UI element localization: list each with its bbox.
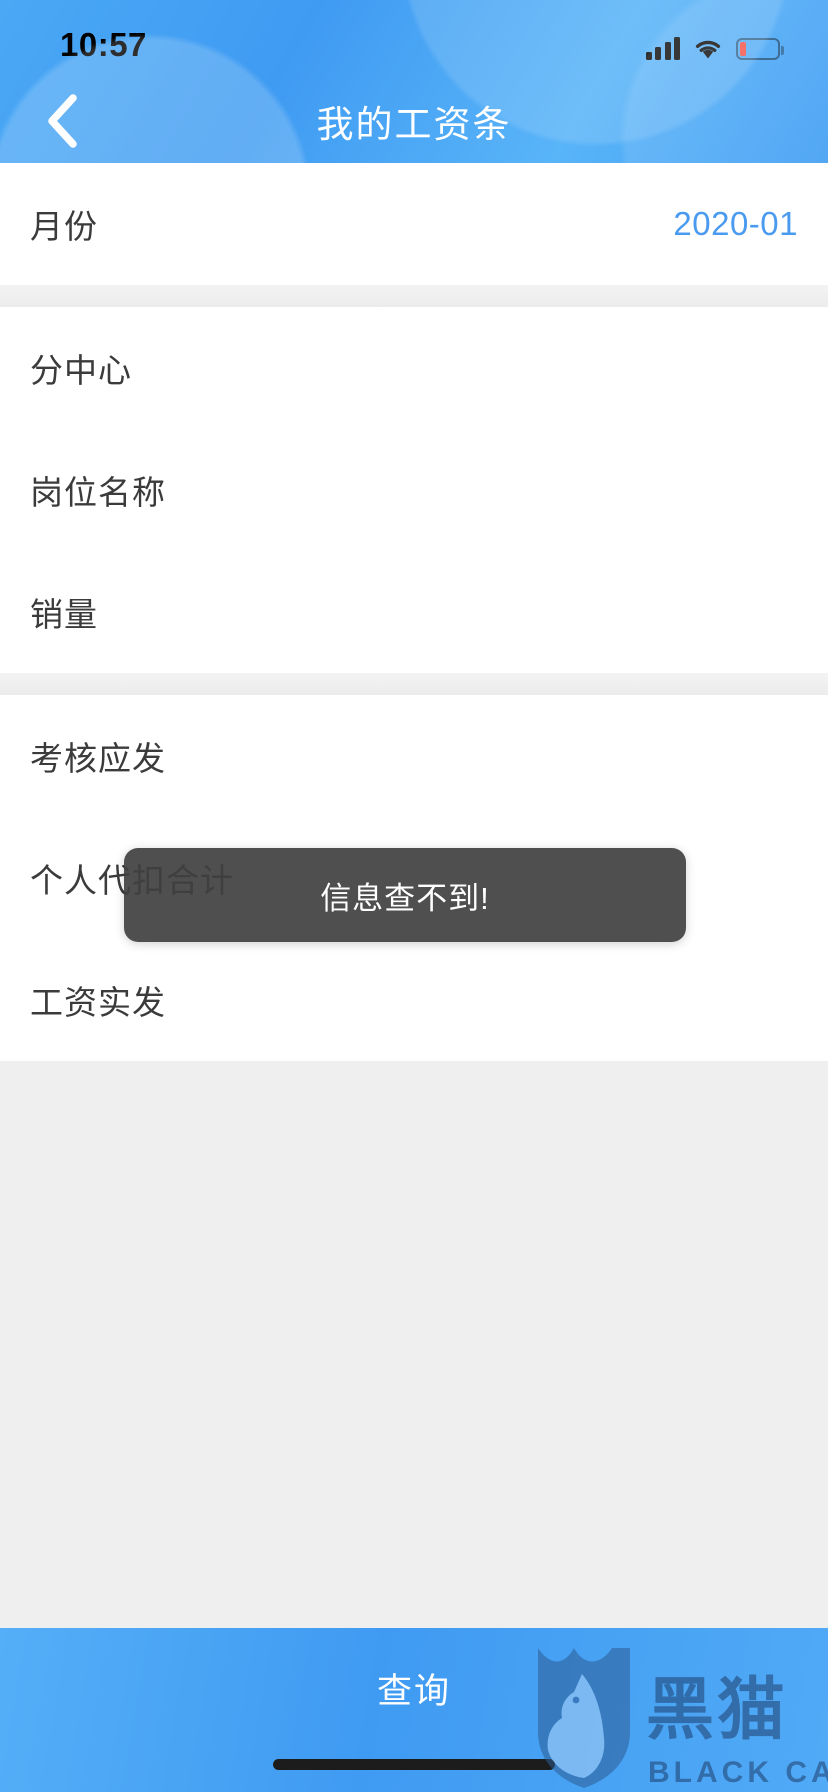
row-label: 月份	[30, 208, 98, 245]
form-group-info: 分中心 岗位名称 销量	[0, 307, 828, 673]
form-row-branch: 分中心	[0, 307, 828, 429]
form-row-position: 岗位名称	[0, 429, 828, 551]
query-button[interactable]: 查询	[0, 1628, 828, 1748]
form-row-month[interactable]: 月份 2020-01	[0, 163, 828, 285]
row-label: 分中心	[30, 352, 132, 389]
bottom-bar: 查询	[0, 1628, 828, 1792]
status-bar-time: 10:57	[60, 26, 147, 63]
nav-bar: 我的工资条	[0, 78, 828, 163]
app-header: 10:57 我的工资条	[0, 0, 828, 163]
form-row-sales: 销量	[0, 551, 828, 673]
row-label: 销量	[30, 596, 98, 633]
page-title: 我的工资条	[316, 103, 512, 145]
month-value[interactable]: 2020-01	[673, 205, 798, 243]
form-group-month: 月份 2020-01	[0, 163, 828, 285]
toast-text: 信息查不到!	[320, 880, 490, 916]
query-button-label: 查询	[376, 1671, 451, 1711]
form-row-gross-pay: 考核应发	[0, 695, 828, 817]
wifi-icon	[693, 37, 723, 60]
home-indicator[interactable]	[273, 1759, 555, 1770]
content-filler	[0, 1061, 828, 1461]
row-label: 岗位名称	[30, 474, 166, 511]
row-label: 考核应发	[30, 740, 166, 777]
app-screen: 10:57 我的工资条 月份 2020-01 分中心 岗位名称 销量 考核应发 …	[0, 0, 828, 1792]
battery-low-icon	[736, 38, 784, 60]
group-separator	[0, 673, 828, 695]
form-content: 月份 2020-01 分中心 岗位名称 销量 考核应发 工资实发	[0, 163, 828, 1792]
toast-message: 信息查不到!	[124, 848, 686, 942]
status-bar: 10:57	[0, 0, 828, 78]
status-bar-indicators	[645, 30, 784, 60]
form-row-net-pay: 工资实发	[0, 939, 828, 1061]
cellular-bars-icon	[645, 37, 680, 60]
group-separator	[0, 285, 828, 307]
row-label: 工资实发	[30, 984, 166, 1021]
